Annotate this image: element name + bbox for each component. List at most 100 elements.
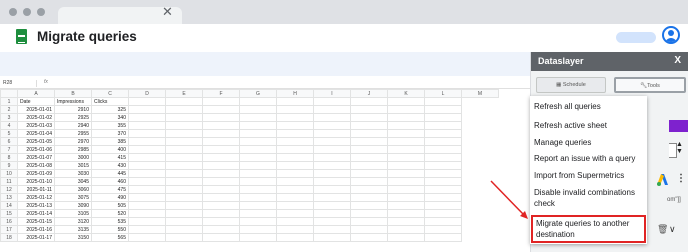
empty-cell[interactable]: [202, 217, 240, 226]
empty-cell[interactable]: [313, 153, 351, 162]
column-header[interactable]: J: [350, 89, 388, 98]
empty-cell[interactable]: [350, 225, 388, 234]
empty-cell[interactable]: [350, 97, 388, 106]
column-header[interactable]: G: [239, 89, 277, 98]
empty-cell[interactable]: [165, 161, 203, 170]
empty-cell[interactable]: [239, 185, 277, 194]
column-header[interactable]: I: [313, 89, 351, 98]
empty-cell[interactable]: [424, 233, 462, 242]
empty-cell[interactable]: [387, 169, 425, 178]
empty-cell[interactable]: [424, 129, 462, 138]
cell-clicks[interactable]: 325: [91, 105, 129, 114]
row-number[interactable]: 10: [0, 169, 18, 178]
cell-date[interactable]: 2025-01-11: [17, 185, 55, 194]
cell-date[interactable]: 2025-01-09: [17, 169, 55, 178]
empty-cell[interactable]: [165, 233, 203, 242]
action-button[interactable]: [669, 120, 688, 132]
row-number[interactable]: 6: [0, 137, 18, 146]
empty-cell[interactable]: [387, 225, 425, 234]
cell-impressions[interactable]: 2970: [54, 137, 92, 146]
cell-date[interactable]: 2025-01-15: [17, 217, 55, 226]
cell-clicks[interactable]: 400: [91, 145, 129, 154]
empty-cell[interactable]: [387, 145, 425, 154]
column-header[interactable]: M: [461, 89, 499, 98]
cell-impressions[interactable]: 3045: [54, 177, 92, 186]
empty-cell[interactable]: [350, 129, 388, 138]
empty-cell[interactable]: [313, 97, 351, 106]
empty-cell[interactable]: [350, 169, 388, 178]
menu-item-import-supermetrics[interactable]: Import from Supermetrics: [534, 170, 646, 181]
empty-cell[interactable]: [165, 209, 203, 218]
empty-cell[interactable]: [313, 185, 351, 194]
cell-clicks[interactable]: 460: [91, 177, 129, 186]
row-number[interactable]: 18: [0, 233, 18, 242]
empty-cell[interactable]: [350, 113, 388, 122]
avatar[interactable]: [662, 26, 680, 44]
empty-cell[interactable]: [165, 185, 203, 194]
empty-cell[interactable]: [128, 161, 166, 170]
empty-cell[interactable]: [387, 193, 425, 202]
empty-cell[interactable]: [128, 169, 166, 178]
window-close-dot[interactable]: [9, 8, 17, 16]
empty-cell[interactable]: [239, 97, 277, 106]
empty-cell[interactable]: [424, 185, 462, 194]
empty-cell[interactable]: [387, 161, 425, 170]
cell-impressions[interactable]: 3150: [54, 233, 92, 242]
empty-cell[interactable]: [276, 137, 314, 146]
empty-cell[interactable]: [165, 177, 203, 186]
menu-item-migrate-queries[interactable]: Migrate queries to another destination: [531, 215, 646, 243]
empty-cell[interactable]: [424, 201, 462, 210]
empty-cell[interactable]: [276, 121, 314, 130]
column-header[interactable]: E: [165, 89, 203, 98]
spreadsheet-grid[interactable]: ABCDEFGHIJKLM 1 Date Impressions Clicks 2 202…: [0, 89, 530, 252]
empty-cell[interactable]: [387, 129, 425, 138]
empty-cell[interactable]: [165, 193, 203, 202]
empty-cell[interactable]: [276, 97, 314, 106]
empty-cell[interactable]: [313, 129, 351, 138]
empty-cell[interactable]: [276, 201, 314, 210]
empty-cell[interactable]: [276, 185, 314, 194]
cell-date[interactable]: 2025-01-05: [17, 137, 55, 146]
cell-date[interactable]: 2025-01-03: [17, 121, 55, 130]
empty-cell[interactable]: [276, 145, 314, 154]
empty-cell[interactable]: [387, 201, 425, 210]
empty-cell[interactable]: [313, 169, 351, 178]
empty-cell[interactable]: [239, 217, 277, 226]
empty-cell[interactable]: [239, 153, 277, 162]
empty-cell[interactable]: [387, 137, 425, 146]
empty-cell[interactable]: [350, 201, 388, 210]
empty-cell[interactable]: [239, 161, 277, 170]
empty-cell[interactable]: [276, 177, 314, 186]
empty-cell[interactable]: [165, 225, 203, 234]
cell-date[interactable]: 2025-01-13: [17, 201, 55, 210]
empty-cell[interactable]: [202, 177, 240, 186]
empty-cell[interactable]: [239, 225, 277, 234]
empty-cell[interactable]: [128, 129, 166, 138]
window-maximize-dot[interactable]: [37, 8, 45, 16]
cell-clicks[interactable]: 370: [91, 129, 129, 138]
empty-cell[interactable]: [276, 209, 314, 218]
empty-cell[interactable]: [128, 185, 166, 194]
cell-clicks[interactable]: 490: [91, 193, 129, 202]
cell-clicks[interactable]: 505: [91, 201, 129, 210]
empty-cell[interactable]: [313, 233, 351, 242]
empty-cell[interactable]: [350, 137, 388, 146]
empty-cell[interactable]: [202, 169, 240, 178]
empty-cell[interactable]: [313, 145, 351, 154]
empty-cell[interactable]: [239, 113, 277, 122]
row-number[interactable]: 4: [0, 121, 18, 130]
empty-cell[interactable]: [424, 153, 462, 162]
empty-cell[interactable]: [239, 177, 277, 186]
empty-cell[interactable]: [239, 209, 277, 218]
empty-cell[interactable]: [202, 185, 240, 194]
cell-clicks[interactable]: 445: [91, 169, 129, 178]
row-number[interactable]: 9: [0, 161, 18, 170]
window-minimize-dot[interactable]: [23, 8, 31, 16]
empty-cell[interactable]: [350, 145, 388, 154]
empty-cell[interactable]: [424, 97, 462, 106]
empty-cell[interactable]: [202, 233, 240, 242]
empty-cell[interactable]: [424, 193, 462, 202]
cell-clicks[interactable]: 535: [91, 217, 129, 226]
empty-cell[interactable]: [128, 121, 166, 130]
cell-clicks[interactable]: Clicks: [91, 97, 129, 106]
